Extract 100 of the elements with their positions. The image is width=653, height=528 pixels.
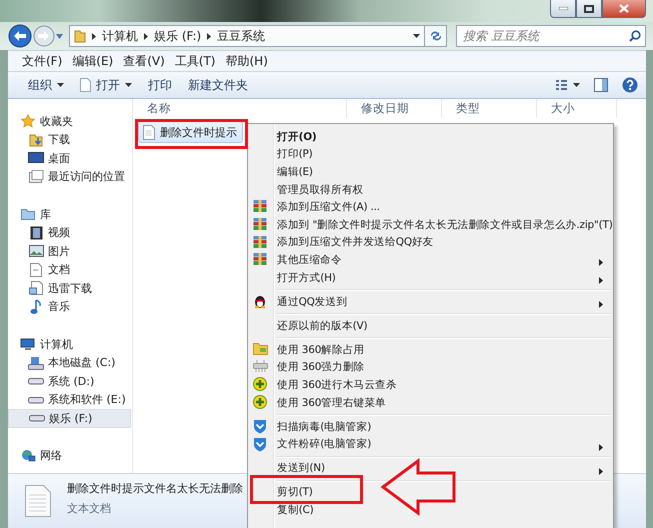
archive-icon — [253, 234, 267, 249]
nav-item[interactable]: 库 — [8, 205, 132, 224]
nav-item[interactable]: 收藏夹 — [8, 112, 132, 130]
context-menu-item[interactable]: 通过QQ发送到 — [250, 292, 611, 310]
context-menu-item[interactable]: 打开方式(H) — [250, 268, 611, 286]
column-header[interactable]: 类型 — [442, 99, 537, 118]
chevron-icon — [92, 32, 96, 40]
nav-item[interactable]: 本地磁盘 (C:) — [8, 354, 132, 372]
file-item[interactable]: 删除文件时提示 — [138, 121, 243, 143]
submenu-arrow-icon — [599, 444, 603, 450]
plus-circle-icon — [253, 377, 267, 392]
maximize-icon — [584, 4, 594, 12]
breadcrumb[interactable]: 娱乐 (F:) — [154, 28, 202, 44]
nav-item[interactable]: 下载 — [8, 130, 132, 149]
archive-icon — [253, 199, 267, 214]
nav-item[interactable]: 最近访问的位置 — [8, 168, 132, 186]
menu-item[interactable]: 查看(V) — [119, 52, 171, 70]
context-menu-item[interactable]: 扫描病毒(电脑管家) — [250, 418, 611, 436]
context-menu-item[interactable]: 添加到 "删除文件时提示文件名太长无法删除文件或目录怎么办.zip"(T) — [250, 216, 611, 234]
breadcrumb[interactable]: 计算机 — [102, 28, 138, 44]
penguin-icon — [253, 294, 267, 309]
context-menu-item[interactable]: 剪切(T) — [250, 484, 611, 502]
context-menu-item[interactable]: 发送到(N) — [250, 460, 611, 478]
context-menu-item[interactable]: 复制(C) — [250, 501, 611, 519]
computer-icon — [20, 338, 36, 351]
context-menu-item[interactable]: 使用 360进行木马云查杀 — [250, 376, 611, 394]
refresh-button[interactable] — [425, 25, 447, 47]
context-menu-item[interactable]: 还原以前的版本(V) — [250, 316, 611, 335]
column-header[interactable]: 修改日期 — [347, 99, 442, 118]
close-icon — [619, 4, 629, 13]
shield-icon — [253, 418, 267, 434]
caret-icon — [413, 34, 420, 38]
back-button[interactable] — [8, 24, 32, 48]
drive-icon — [28, 377, 44, 386]
column-header[interactable]: 名称 — [133, 99, 347, 118]
close-button[interactable] — [602, 0, 646, 18]
nav-item[interactable]: 图片 — [8, 242, 132, 260]
context-menu-item[interactable]: 打开(O) — [250, 128, 611, 146]
address-field[interactable]: 计算机 娱乐 (F:) 豆豆系统 — [69, 25, 425, 47]
minimize-icon — [558, 7, 568, 10]
toolbar-button[interactable]: 打开 — [72, 74, 140, 96]
nav-item[interactable]: 视频 — [8, 224, 132, 242]
recent-places-icon — [28, 170, 44, 184]
submenu-arrow-icon — [599, 259, 603, 266]
caret-icon — [57, 83, 64, 87]
context-menu-item[interactable]: 使用 360管理右键菜单 — [250, 394, 611, 412]
context-menu-item[interactable]: 文件粉碎(电脑管家) — [250, 436, 611, 454]
nav-item[interactable]: 系统和软件 (E:) — [8, 390, 132, 409]
menu-item[interactable]: 帮助(H) — [222, 52, 274, 70]
nav-item[interactable]: 网络 — [8, 446, 132, 465]
folder-icon — [252, 342, 268, 356]
film-icon — [30, 226, 42, 240]
caret-icon — [125, 83, 132, 87]
document-icon — [80, 78, 91, 92]
star-icon — [21, 114, 35, 128]
help-icon[interactable] — [622, 77, 638, 93]
toolbar-button[interactable]: 组织 — [20, 74, 72, 96]
minimize-button[interactable] — [550, 0, 576, 18]
history-dropdown[interactable] — [56, 34, 63, 38]
nav-item[interactable]: 文档 — [8, 260, 132, 279]
context-menu-item[interactable]: 添加到压缩文件(A) ... — [250, 198, 611, 216]
file-type: 文本文档 — [67, 500, 112, 516]
text-file-icon — [25, 485, 51, 517]
view-options-icon[interactable] — [556, 80, 580, 90]
breadcrumb[interactable]: 豆豆系统 — [217, 28, 266, 44]
toolbar-button[interactable]: 新建文件夹 — [180, 74, 256, 96]
maximize-button[interactable] — [576, 0, 602, 18]
preview-pane-icon[interactable] — [594, 78, 608, 92]
menu-item[interactable]: 文件(F) — [18, 52, 68, 70]
chevron-icon — [207, 32, 212, 40]
toolbar-button[interactable]: 打印 — [140, 74, 180, 96]
context-menu-item[interactable]: 添加到压缩文件并发送给QQ好友 — [250, 234, 611, 252]
context-menu-item[interactable]: 打印(P) — [250, 146, 611, 164]
context-menu-item[interactable]: 使用 360强力删除 — [250, 358, 611, 376]
refresh-icon — [428, 30, 442, 42]
folder-icon — [21, 208, 35, 220]
context-menu-item[interactable]: 编辑(E) — [250, 163, 611, 181]
context-menu-item[interactable]: 其他压缩命令 — [250, 251, 611, 269]
document-icon — [29, 281, 43, 296]
menu-item[interactable]: 工具(T) — [170, 52, 222, 70]
shredder-icon — [252, 360, 268, 372]
submenu-arrow-icon — [599, 468, 603, 475]
nav-item[interactable]: 系统 (D:) — [8, 372, 132, 390]
search-icon — [629, 30, 641, 42]
nav-item[interactable]: 桌面 — [8, 149, 132, 168]
nav-item[interactable]: 音乐 — [8, 298, 132, 316]
column-header[interactable]: 大小 — [537, 99, 617, 118]
chevron-icon — [144, 32, 148, 40]
search-field[interactable]: 搜索 豆豆系统 — [456, 25, 646, 47]
nav-item[interactable]: 计算机 — [8, 335, 132, 354]
music-note-icon — [30, 298, 42, 315]
plus-circle-icon — [253, 394, 267, 409]
picture-icon — [28, 245, 44, 258]
nav-item[interactable]: 迅雷下载 — [8, 279, 132, 298]
menu-item[interactable]: 编辑(E) — [68, 52, 120, 70]
context-menu-item[interactable]: 使用 360解除占用 — [250, 341, 611, 359]
folder-icon — [74, 29, 86, 43]
submenu-arrow-icon — [599, 300, 603, 308]
nav-item[interactable]: 娱乐 (F:) — [8, 409, 131, 428]
context-menu-item[interactable]: 管理员取得所有权 — [250, 180, 611, 198]
